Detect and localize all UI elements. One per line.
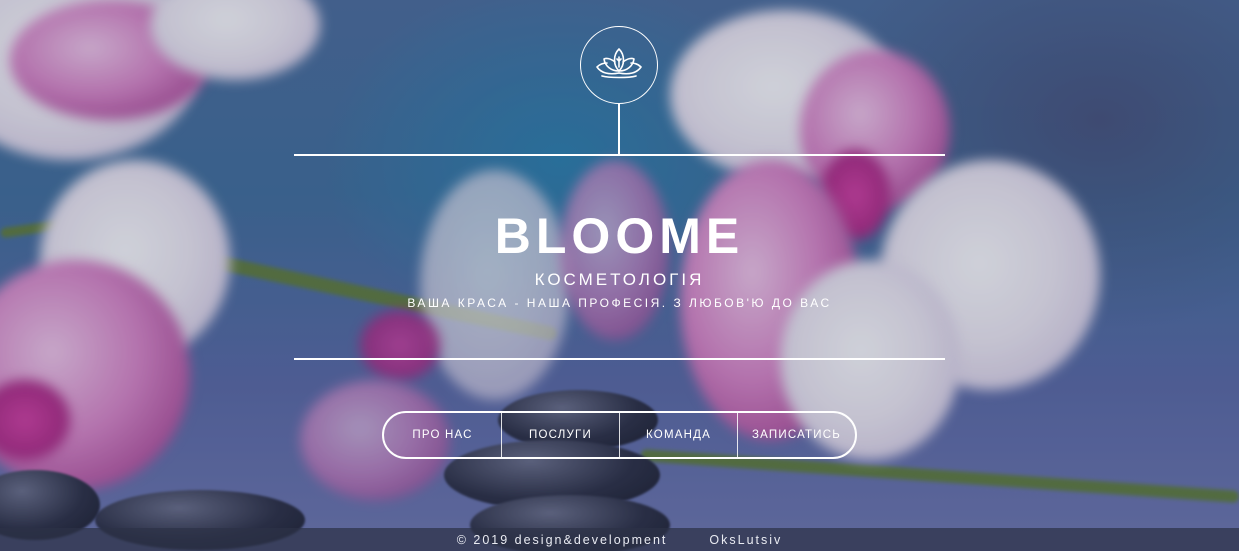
footer-author-link[interactable]: OksLutsiv xyxy=(709,533,782,547)
logo-connector-line xyxy=(618,104,620,155)
nav-item-team[interactable]: КОМАНДА xyxy=(620,413,738,457)
main-nav: ПРО НАС ПОСЛУГИ КОМАНДА ЗАПИСАТИСЬ xyxy=(382,411,857,459)
lotus-icon xyxy=(596,48,642,79)
brand-title: BLOOME xyxy=(494,208,745,264)
hero-section: BLOOME КОСМЕТОЛОГІЯ ВАША КРАСА - НАША ПР… xyxy=(0,0,1239,528)
brand-tagline: ВАША КРАСА - НАША ПРОФЕСІЯ. З ЛЮБОВ'Ю ДО… xyxy=(407,296,832,310)
logo[interactable] xyxy=(580,26,658,104)
footer-copyright: © 2019 design&development xyxy=(456,532,668,547)
footer: © 2019 design&development OksLutsiv xyxy=(0,528,1239,551)
brand-subtitle: КОСМЕТОЛОГІЯ xyxy=(534,270,705,289)
divider-top xyxy=(294,154,945,156)
nav-item-services[interactable]: ПОСЛУГИ xyxy=(502,413,620,457)
divider-bottom xyxy=(294,358,945,360)
nav-item-booking[interactable]: ЗАПИСАТИСЬ xyxy=(738,413,855,457)
nav-item-about[interactable]: ПРО НАС xyxy=(384,413,502,457)
